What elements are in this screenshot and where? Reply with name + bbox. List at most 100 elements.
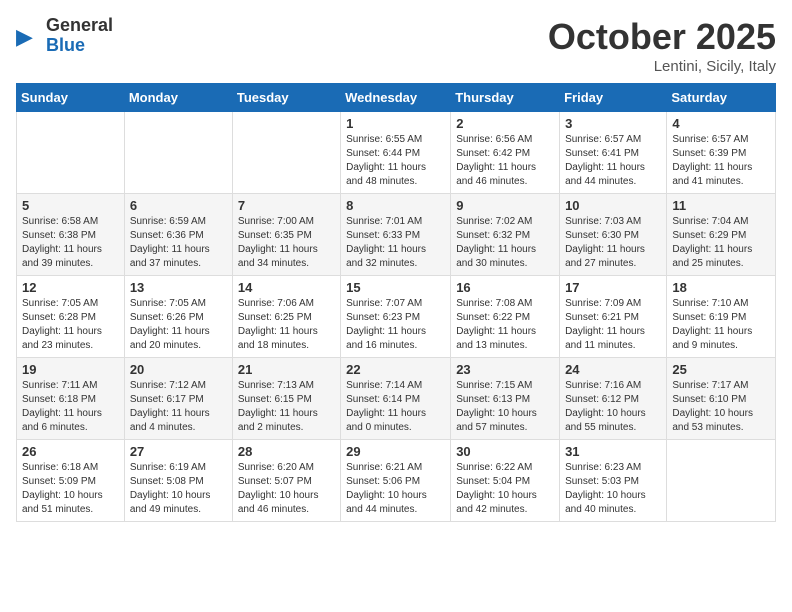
day-info: Sunrise: 6:57 AMSunset: 6:39 PMDaylight:… xyxy=(672,133,770,189)
calendar-cell: 11 Sunrise: 7:04 AMSunset: 6:29 PMDayligh… xyxy=(667,194,776,276)
day-number: 8 xyxy=(346,198,445,213)
calendar-cell xyxy=(232,112,340,194)
week-row-1: 1 Sunrise: 6:55 AMSunset: 6:44 PMDaylight… xyxy=(17,112,776,194)
calendar-cell: 29 Sunrise: 6:21 AMSunset: 5:06 PMDayligh… xyxy=(341,440,451,522)
day-number: 28 xyxy=(238,444,335,459)
day-number: 24 xyxy=(565,362,661,377)
day-info: Sunrise: 6:58 AMSunset: 6:38 PMDaylight:… xyxy=(22,215,119,271)
calendar-cell: 28 Sunrise: 6:20 AMSunset: 5:07 PMDayligh… xyxy=(232,440,340,522)
calendar-cell xyxy=(667,440,776,522)
day-number: 10 xyxy=(565,198,661,213)
day-info: Sunrise: 7:05 AMSunset: 6:26 PMDaylight:… xyxy=(130,297,227,353)
day-info: Sunrise: 6:18 AMSunset: 5:09 PMDaylight:… xyxy=(22,461,119,517)
day-info: Sunrise: 7:17 AMSunset: 6:10 PMDaylight:… xyxy=(672,379,770,435)
day-info: Sunrise: 6:23 AMSunset: 5:03 PMDaylight:… xyxy=(565,461,661,517)
day-number: 9 xyxy=(456,198,554,213)
day-info: Sunrise: 7:05 AMSunset: 6:28 PMDaylight:… xyxy=(22,297,119,353)
page-header: ▶ General Blue October 2025 Lentini, Sic… xyxy=(16,16,776,75)
week-row-3: 12 Sunrise: 7:05 AMSunset: 6:28 PMDayligh… xyxy=(17,276,776,358)
calendar-cell: 22 Sunrise: 7:14 AMSunset: 6:14 PMDayligh… xyxy=(341,358,451,440)
day-info: Sunrise: 7:01 AMSunset: 6:33 PMDaylight:… xyxy=(346,215,445,271)
day-number: 29 xyxy=(346,444,445,459)
day-info: Sunrise: 6:57 AMSunset: 6:41 PMDaylight:… xyxy=(565,133,661,189)
day-info: Sunrise: 7:13 AMSunset: 6:15 PMDaylight:… xyxy=(238,379,335,435)
day-number: 20 xyxy=(130,362,227,377)
calendar-cell: 12 Sunrise: 7:05 AMSunset: 6:28 PMDayligh… xyxy=(17,276,125,358)
calendar-cell: 14Sunrise: 7:06 AMSunset: 6:25 PMDayligh… xyxy=(232,276,340,358)
calendar-cell: 2 Sunrise: 6:56 AMSunset: 6:42 PMDaylight… xyxy=(451,112,560,194)
day-info: Sunrise: 7:14 AMSunset: 6:14 PMDaylight:… xyxy=(346,379,445,435)
day-info: Sunrise: 7:03 AMSunset: 6:30 PMDaylight:… xyxy=(565,215,661,271)
day-info: Sunrise: 6:21 AMSunset: 5:06 PMDaylight:… xyxy=(346,461,445,517)
calendar-cell: 3Sunrise: 6:57 AMSunset: 6:41 PMDaylight… xyxy=(560,112,667,194)
day-info: Sunrise: 7:04 AMSunset: 6:29 PMDaylight:… xyxy=(672,215,770,271)
day-info: Sunrise: 7:15 AMSunset: 6:13 PMDaylight:… xyxy=(456,379,554,435)
day-number: 25 xyxy=(672,362,770,377)
day-number: 27 xyxy=(130,444,227,459)
calendar-cell: 30 Sunrise: 6:22 AMSunset: 5:04 PMDayligh… xyxy=(451,440,560,522)
calendar-cell: 10 Sunrise: 7:03 AMSunset: 6:30 PMDayligh… xyxy=(560,194,667,276)
logo-blue: Blue xyxy=(46,36,113,56)
location: Lentini, Sicily, Italy xyxy=(548,58,776,75)
calendar-cell xyxy=(124,112,232,194)
day-number: 19 xyxy=(22,362,119,377)
day-info: Sunrise: 6:19 AMSunset: 5:08 PMDaylight:… xyxy=(130,461,227,517)
weekday-header-monday: Monday xyxy=(124,84,232,112)
day-number: 2 xyxy=(456,116,554,131)
calendar-cell: 18Sunrise: 7:10 AMSunset: 6:19 PMDayligh… xyxy=(667,276,776,358)
day-info: Sunrise: 6:20 AMSunset: 5:07 PMDaylight:… xyxy=(238,461,335,517)
weekday-header-thursday: Thursday xyxy=(451,84,560,112)
day-info: Sunrise: 7:00 AMSunset: 6:35 PMDaylight:… xyxy=(238,215,335,271)
calendar-cell: 20 Sunrise: 7:12 AMSunset: 6:17 PMDayligh… xyxy=(124,358,232,440)
day-info: Sunrise: 7:16 AMSunset: 6:12 PMDaylight:… xyxy=(565,379,661,435)
day-info: Sunrise: 7:11 AMSunset: 6:18 PMDaylight:… xyxy=(22,379,119,435)
day-info: Sunrise: 7:07 AMSunset: 6:23 PMDaylight:… xyxy=(346,297,445,353)
day-number: 12 xyxy=(22,280,119,295)
calendar-cell: 9 Sunrise: 7:02 AMSunset: 6:32 PMDaylight… xyxy=(451,194,560,276)
day-number: 15 xyxy=(346,280,445,295)
day-number: 6 xyxy=(130,198,227,213)
calendar-cell: 17 Sunrise: 7:09 AMSunset: 6:21 PMDayligh… xyxy=(560,276,667,358)
calendar-cell: 23 Sunrise: 7:15 AMSunset: 6:13 PMDayligh… xyxy=(451,358,560,440)
calendar-cell: 7 Sunrise: 7:00 AMSunset: 6:35 PMDaylight… xyxy=(232,194,340,276)
calendar-cell: 27 Sunrise: 6:19 AMSunset: 5:08 PMDayligh… xyxy=(124,440,232,522)
weekday-header-tuesday: Tuesday xyxy=(232,84,340,112)
day-number: 5 xyxy=(22,198,119,213)
day-info: Sunrise: 7:02 AMSunset: 6:32 PMDaylight:… xyxy=(456,215,554,271)
day-info: Sunrise: 6:56 AMSunset: 6:42 PMDaylight:… xyxy=(456,133,554,189)
calendar: SundayMondayTuesdayWednesdayThursdayFrid… xyxy=(16,83,776,522)
day-info: Sunrise: 6:22 AMSunset: 5:04 PMDaylight:… xyxy=(456,461,554,517)
calendar-cell: 21Sunrise: 7:13 AMSunset: 6:15 PMDayligh… xyxy=(232,358,340,440)
calendar-cell: 13Sunrise: 7:05 AMSunset: 6:26 PMDayligh… xyxy=(124,276,232,358)
day-number: 17 xyxy=(565,280,661,295)
day-info: Sunrise: 7:09 AMSunset: 6:21 PMDaylight:… xyxy=(565,297,661,353)
logo-general: General xyxy=(46,16,113,36)
calendar-cell: 6 Sunrise: 6:59 AMSunset: 6:36 PMDaylight… xyxy=(124,194,232,276)
day-info: Sunrise: 7:12 AMSunset: 6:17 PMDaylight:… xyxy=(130,379,227,435)
day-number: 1 xyxy=(346,116,445,131)
day-number: 22 xyxy=(346,362,445,377)
day-info: Sunrise: 7:08 AMSunset: 6:22 PMDaylight:… xyxy=(456,297,554,353)
calendar-cell: 1 Sunrise: 6:55 AMSunset: 6:44 PMDaylight… xyxy=(341,112,451,194)
weekday-header-saturday: Saturday xyxy=(667,84,776,112)
day-number: 31 xyxy=(565,444,661,459)
calendar-cell: 31 Sunrise: 6:23 AMSunset: 5:03 PMDayligh… xyxy=(560,440,667,522)
day-number: 16 xyxy=(456,280,554,295)
weekday-header-row: SundayMondayTuesdayWednesdayThursdayFrid… xyxy=(17,84,776,112)
calendar-cell: 16 Sunrise: 7:08 AMSunset: 6:22 PMDayligh… xyxy=(451,276,560,358)
day-number: 18 xyxy=(672,280,770,295)
day-number: 11 xyxy=(672,198,770,213)
svg-text:▶: ▶ xyxy=(16,24,33,49)
day-number: 30 xyxy=(456,444,554,459)
logo-icon: ▶ xyxy=(16,22,44,50)
day-info: Sunrise: 6:59 AMSunset: 6:36 PMDaylight:… xyxy=(130,215,227,271)
weekday-header-wednesday: Wednesday xyxy=(341,84,451,112)
calendar-cell: 24 Sunrise: 7:16 AMSunset: 6:12 PMDayligh… xyxy=(560,358,667,440)
calendar-cell: 4Sunrise: 6:57 AMSunset: 6:39 PMDaylight… xyxy=(667,112,776,194)
calendar-cell: 25 Sunrise: 7:17 AMSunset: 6:10 PMDayligh… xyxy=(667,358,776,440)
calendar-cell: 26Sunrise: 6:18 AMSunset: 5:09 PMDayligh… xyxy=(17,440,125,522)
day-number: 23 xyxy=(456,362,554,377)
day-info: Sunrise: 6:55 AMSunset: 6:44 PMDaylight:… xyxy=(346,133,445,189)
day-number: 7 xyxy=(238,198,335,213)
logo: ▶ General Blue xyxy=(16,16,113,56)
